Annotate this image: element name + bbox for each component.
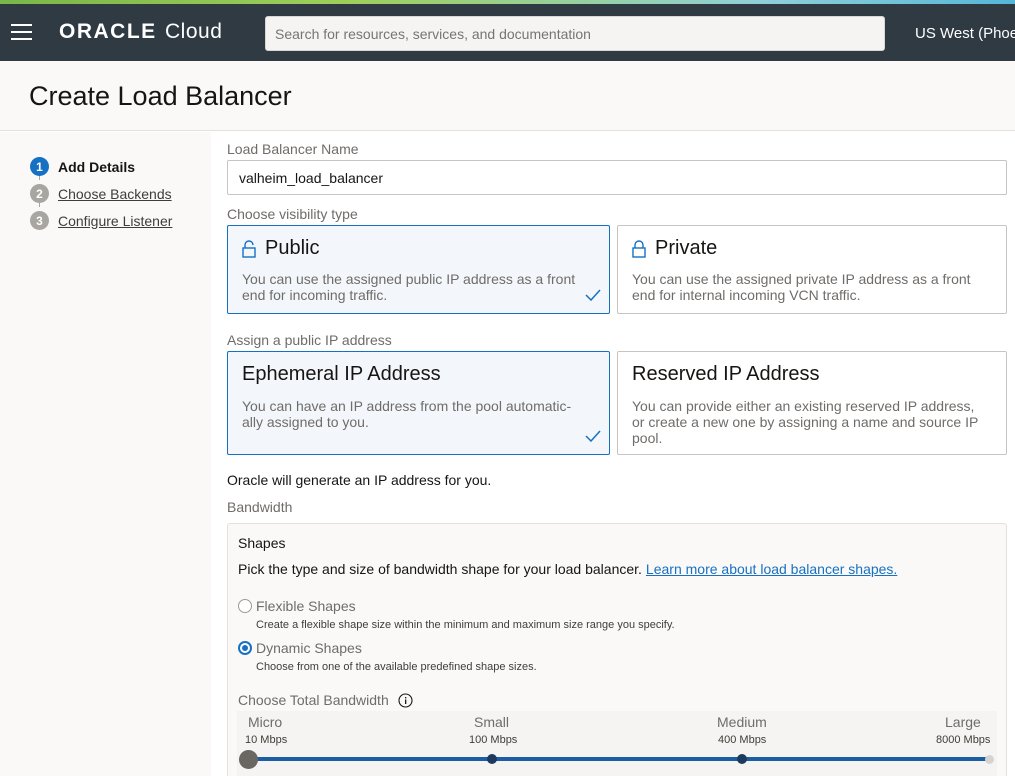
load-balancer-name-label: Load Balancer Name: [227, 141, 359, 157]
stop-micro-value: 10 Mbps: [245, 734, 288, 746]
hamburger-menu-icon[interactable]: [11, 24, 32, 40]
stop-large-label: Large: [945, 714, 981, 730]
radio-label: Dynamic Shapes: [256, 640, 362, 656]
card-title: Public: [242, 237, 319, 260]
slider-stop-medium[interactable]: [737, 754, 747, 764]
dynamic-shapes-radio[interactable]: [238, 641, 252, 655]
bandwidth-slider[interactable]: Micro Small Medium Large 10 Mbps 100 Mbp…: [237, 711, 997, 776]
region-selector[interactable]: US West (Phoenix): [915, 25, 1015, 42]
stop-large-value: 8000 Mbps: [936, 734, 991, 746]
stop-medium-label: Medium: [717, 714, 767, 730]
step-configure-listener[interactable]: 3 Configure Listener: [30, 207, 172, 234]
info-icon[interactable]: [398, 692, 413, 708]
card-title: Private: [632, 237, 717, 260]
slider-stop-large[interactable]: [985, 755, 994, 764]
radio-label: Flexible Shapes: [256, 598, 356, 614]
slider-track[interactable]: [248, 757, 992, 761]
shapes-description-text: Pick the type and size of bandwidth shap…: [238, 561, 642, 577]
reserved-ip-card[interactable]: Reserved IP Address You can provide eith…: [617, 351, 1007, 455]
load-balancer-name-field[interactable]: [227, 160, 1007, 195]
shapes-title: Shapes: [238, 535, 286, 551]
visibility-public-card[interactable]: Public You can use the assigned public I…: [227, 225, 610, 314]
stop-medium-value: 400 Mbps: [718, 734, 767, 746]
ephemeral-title: Ephemeral IP Address: [242, 363, 441, 385]
stop-small-value: 100 Mbps: [469, 734, 518, 746]
step-label[interactable]: Choose Backends: [58, 186, 172, 202]
step-label[interactable]: Configure Listener: [58, 213, 172, 229]
dynamic-shapes-sub: Choose from one of the available predefi…: [256, 661, 537, 673]
public-description: You can use the assigned public IP addre…: [242, 271, 576, 303]
flexible-shapes-sub: Create a flexible shape size within the …: [256, 619, 675, 631]
checkmark-icon: [585, 430, 601, 442]
lock-icon: [632, 239, 646, 258]
page-header: Create Load Balancer: [0, 61, 1015, 131]
slider-stop-small[interactable]: [487, 754, 497, 764]
private-title: Private: [655, 237, 718, 259]
flexible-shapes-option[interactable]: Flexible Shapes: [238, 598, 356, 614]
logo-product: Cloud: [165, 20, 223, 43]
private-description: You can use the assigned private IP addr…: [632, 271, 971, 303]
search-input[interactable]: [265, 16, 885, 51]
reserved-description: You can provide either an existing reser…: [632, 398, 979, 446]
top-navigation-bar: ORACLE Cloud US West (Phoenix): [0, 4, 1015, 61]
public-title: Public: [265, 237, 320, 259]
ip-generation-note: Oracle will generate an IP address for y…: [227, 472, 492, 488]
step-choose-backends[interactable]: 2 Choose Backends: [30, 180, 172, 207]
total-bandwidth-text: Choose Total Bandwidth: [238, 692, 389, 708]
shapes-learn-more-link[interactable]: Learn more about load balancer shapes.: [646, 561, 897, 577]
oracle-cloud-logo[interactable]: ORACLE Cloud: [59, 20, 222, 44]
page-title: Create Load Balancer: [29, 81, 292, 111]
step-add-details[interactable]: 1 Add Details: [30, 153, 172, 180]
stop-micro-label: Micro: [248, 714, 283, 730]
total-bandwidth-label: Choose Total Bandwidth: [238, 692, 413, 708]
step-number: 1: [30, 157, 49, 176]
slider-handle[interactable]: [239, 750, 258, 769]
flexible-shapes-radio[interactable]: [238, 599, 252, 613]
reserved-title: Reserved IP Address: [632, 363, 820, 385]
ephemeral-ip-card[interactable]: Ephemeral IP Address You can have an IP …: [227, 351, 610, 455]
step-label: Add Details: [58, 158, 136, 175]
visibility-private-card[interactable]: Private You can use the assigned private…: [617, 225, 1007, 314]
bandwidth-label: Bandwidth: [227, 499, 293, 515]
checkmark-icon: [585, 289, 601, 301]
ephemeral-description: You can have an IP address from the pool…: [242, 398, 572, 430]
step-number: 3: [30, 211, 49, 230]
visibility-type-label: Choose visibility type: [227, 206, 358, 222]
step-number: 2: [30, 184, 49, 203]
stop-small-label: Small: [474, 714, 510, 730]
assign-ip-label: Assign a public IP address: [227, 332, 392, 348]
lock-open-icon: [242, 239, 256, 258]
shapes-description: Pick the type and size of bandwidth shap…: [238, 561, 897, 577]
logo-brand: ORACLE: [59, 20, 157, 43]
shapes-panel: Shapes Pick the type and size of bandwid…: [227, 523, 1007, 776]
wizard-steps: 1 Add Details 2 Choose Backends 3 Config…: [30, 153, 172, 234]
dynamic-shapes-option[interactable]: Dynamic Shapes: [238, 640, 362, 656]
